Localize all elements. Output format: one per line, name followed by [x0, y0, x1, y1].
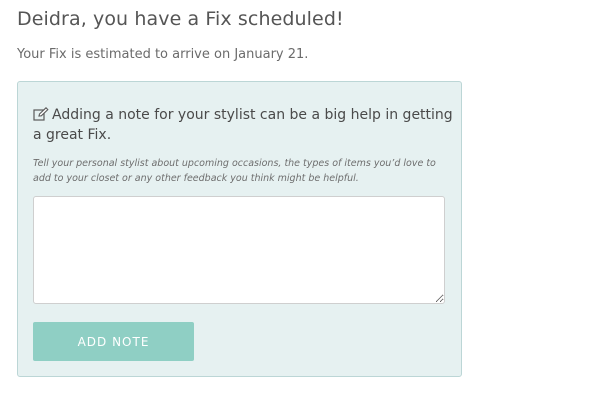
add-note-button[interactable]: ADD NOTE	[33, 322, 194, 361]
note-heading: Adding a note for your stylist can be a …	[33, 105, 453, 145]
arrival-estimate: Your Fix is estimated to arrive on Janua…	[17, 47, 309, 62]
note-heading-text: Adding a note for your stylist can be a …	[33, 107, 453, 143]
note-help-text: Tell your personal stylist about upcomin…	[33, 158, 436, 184]
page-title: Deidra, you have a Fix scheduled!	[17, 8, 344, 30]
edit-note-icon	[33, 107, 49, 121]
stylist-note-panel: Adding a note for your stylist can be a …	[17, 81, 462, 377]
stylist-note-textarea[interactable]	[33, 196, 445, 304]
